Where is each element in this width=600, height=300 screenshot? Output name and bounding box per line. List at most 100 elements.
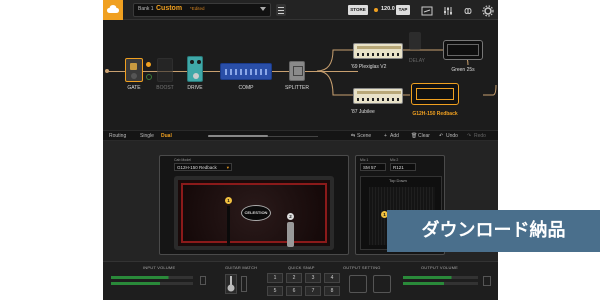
- gate-power-icon[interactable]: [146, 74, 152, 80]
- pedal-label-drive: DRIVE: [187, 85, 203, 91]
- cloud-logo-icon[interactable]: [103, 0, 123, 20]
- tap-button[interactable]: TAP: [396, 5, 410, 15]
- amp-jubilee[interactable]: [353, 88, 403, 104]
- output-volume-title: OUTPUT VOLUME: [421, 265, 458, 270]
- add-button[interactable]: Add: [390, 133, 399, 139]
- app-window: Bank 1 Custom *Edited STORE 120.0 TAP GA…: [103, 0, 498, 300]
- tuner-icon[interactable]: [421, 4, 433, 16]
- preset-name: Custom: [156, 5, 183, 12]
- routing-label: Routing: [109, 133, 127, 139]
- routing-dual-option[interactable]: Dual: [161, 133, 172, 139]
- amp-plexiglas[interactable]: [353, 43, 403, 59]
- cab-model-select[interactable]: G12H-150 Redback ▾: [174, 163, 232, 171]
- tempo-led-icon: [374, 8, 378, 12]
- output-setting-title: OUTPUT SETTING: [343, 265, 381, 270]
- output-mono-icon[interactable]: [349, 275, 367, 293]
- pedal-boost[interactable]: [157, 58, 173, 82]
- routing-bar: Routing Single Dual ⇆ Scene + Add 🗑 Clea…: [103, 130, 498, 141]
- quick-snap-title: QUICK SNAP: [288, 265, 315, 270]
- mic2-title: Mic 2: [390, 158, 399, 162]
- cab-green25s[interactable]: [443, 40, 483, 60]
- cab-body: CELESTION 1 2: [174, 176, 334, 250]
- snap-button-8[interactable]: 8: [324, 286, 340, 296]
- routing-single-option[interactable]: Single: [140, 133, 154, 139]
- io-strip: INPUT VOLUME GUITAR MATCH QUICK SNAP OUT…: [103, 261, 498, 300]
- snap-button-2[interactable]: 2: [286, 273, 302, 283]
- scene-icon[interactable]: ⇆: [351, 133, 355, 139]
- chevron-down-icon: [260, 7, 266, 11]
- chevron-down-icon: ▾: [226, 165, 229, 170]
- snap-button-6[interactable]: 6: [286, 286, 302, 296]
- pedal-gate[interactable]: [125, 58, 143, 82]
- edited-flag: *Edited: [190, 6, 205, 11]
- tempo-value[interactable]: 120.0: [381, 6, 395, 12]
- chain-scroll-thumb[interactable]: [208, 135, 268, 137]
- clear-button[interactable]: Clear: [418, 133, 430, 139]
- undo-icon[interactable]: ↶: [439, 133, 443, 139]
- clear-icon[interactable]: 🗑: [411, 133, 417, 139]
- quick-snap-grid: 1 2 3 4 5 6 7 8: [267, 273, 343, 297]
- input-auto-button[interactable]: [200, 276, 206, 285]
- gear-icon[interactable]: [482, 4, 494, 17]
- store-button[interactable]: STORE: [348, 5, 368, 15]
- footswitch-icon: [131, 73, 137, 79]
- snap-button-1[interactable]: 1: [267, 273, 283, 283]
- input-meter-r: [111, 282, 193, 285]
- mic-2-body[interactable]: [287, 222, 294, 247]
- mixer-icon[interactable]: [442, 4, 454, 16]
- snap-button-5[interactable]: 5: [267, 286, 283, 296]
- pedal-label-gate: GATE: [127, 85, 141, 91]
- pedal-label-boost: BOOST: [156, 85, 174, 91]
- speaker-brand: CELESTION: [244, 210, 268, 215]
- pedal-delay[interactable]: [409, 32, 421, 50]
- mic-1-body[interactable]: [227, 206, 230, 246]
- amp-label-plexiglas: '69 Plexiglas V2: [351, 64, 387, 70]
- snap-button-4[interactable]: 4: [324, 273, 340, 283]
- input-jack-icon: [105, 69, 109, 73]
- mic-2-marker[interactable]: 2: [287, 213, 294, 220]
- mic1-select[interactable]: SM 57: [360, 163, 386, 171]
- footswitch-icon: [193, 73, 199, 79]
- guitar-match-title: GUITAR MATCH: [225, 265, 258, 270]
- speaker-icon[interactable]: [483, 276, 491, 286]
- cab-grille[interactable]: CELESTION 1 2: [181, 183, 327, 247]
- add-icon[interactable]: +: [384, 133, 387, 139]
- snap-button-7[interactable]: 7: [305, 286, 321, 296]
- amp-label-jubilee: '87 Jubilee: [351, 109, 375, 115]
- redo-button[interactable]: Redo: [474, 133, 486, 139]
- cab-label-green25s: Green 25s: [451, 67, 475, 73]
- redo-icon[interactable]: ↷: [467, 133, 471, 139]
- cab-model-title: Cab Model: [174, 158, 191, 162]
- cab-redback[interactable]: [411, 83, 459, 105]
- gate-led-icon: [146, 62, 151, 67]
- pedal-label-comp: COMP: [238, 85, 254, 91]
- output-meter: [403, 276, 478, 279]
- pedal-label-splitter: SPLITTER: [285, 85, 309, 91]
- output-meter-r: [403, 282, 478, 285]
- mic2-select[interactable]: R121: [390, 163, 416, 171]
- mic1-title: Mic 1: [360, 158, 369, 162]
- top-toolbar: Bank 1 Custom *Edited STORE 120.0 TAP: [103, 0, 498, 20]
- snap-button-3[interactable]: 3: [305, 273, 321, 283]
- input-meter: [111, 276, 193, 279]
- cab-panel-left: Cab Model G12H-150 Redback ▾ CELESTION 1…: [159, 155, 349, 255]
- preset-selector[interactable]: Bank 1 Custom *Edited: [133, 3, 271, 17]
- pedal-knob-icon: [130, 63, 137, 70]
- preset-menu-button[interactable]: [276, 4, 286, 16]
- bank-label: Bank 1: [138, 6, 154, 12]
- mic-1-marker[interactable]: 1: [225, 197, 232, 204]
- rack-comp[interactable]: [220, 63, 272, 80]
- output-stereo-icon[interactable]: [373, 275, 391, 293]
- splitter-block[interactable]: [289, 61, 305, 81]
- undo-button[interactable]: Undo: [446, 133, 458, 139]
- pedal-drive[interactable]: [187, 56, 203, 82]
- cab-label-redback: G12H-150 Redback: [412, 111, 458, 117]
- guitar-match-icon[interactable]: [225, 274, 237, 294]
- loop-icon[interactable]: [462, 4, 474, 16]
- download-delivery-badge: ダウンロード納品: [387, 210, 600, 252]
- scene-button[interactable]: Scene: [357, 133, 371, 139]
- signal-chain: GATE BOOST DRIVE COMP SPLITTER '69 Plexi…: [103, 20, 498, 130]
- guitar-match-switch[interactable]: [241, 276, 247, 292]
- pedal-label-delay: DELAY: [408, 58, 426, 64]
- input-volume-title: INPUT VOLUME: [143, 265, 176, 270]
